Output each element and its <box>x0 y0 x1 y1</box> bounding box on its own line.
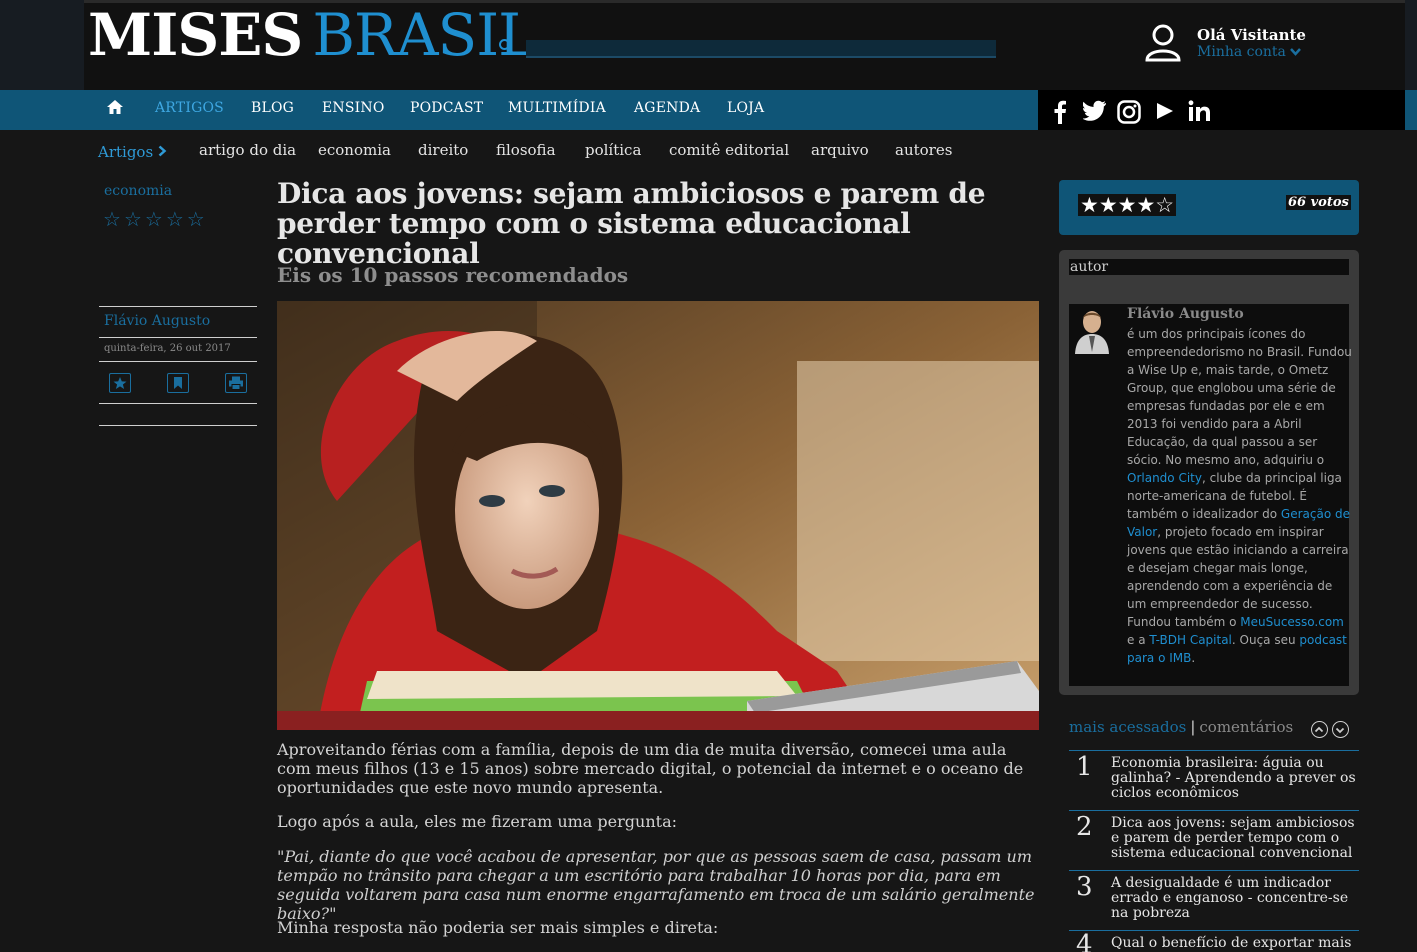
chevron-up-icon[interactable] <box>1311 721 1328 738</box>
author-box-label: autor <box>1069 259 1349 275</box>
popular-item[interactable]: Dica aos jovens: sejam ambiciosos e pare… <box>1111 816 1361 861</box>
chevron-down-icon[interactable] <box>1332 721 1349 738</box>
link-orlando-city[interactable]: Orlando City <box>1127 471 1202 485</box>
divider <box>1069 810 1359 811</box>
divider <box>99 306 257 307</box>
subnav-item-autores[interactable]: autores <box>895 141 952 159</box>
account-link[interactable]: Minha conta <box>1197 44 1302 60</box>
article-hero-image <box>277 301 1039 730</box>
publish-date: quinta-feira, 26 out 2017 <box>104 343 231 354</box>
site-logo[interactable]: MISES BRASIL <box>88 1 537 69</box>
instagram-icon[interactable] <box>1117 100 1141 124</box>
nav-edge-right <box>1405 90 1417 130</box>
chevron-right-icon <box>158 145 167 157</box>
greeting: Olá Visitante <box>1197 26 1306 44</box>
tab-comentarios[interactable]: comentários <box>1199 718 1293 736</box>
article-paragraph: Minha resposta não poderia ser mais simp… <box>277 918 719 937</box>
rank-number: 4 <box>1076 930 1093 952</box>
votes-count: 66 votos <box>1286 195 1351 210</box>
divider <box>99 361 257 362</box>
divider <box>99 425 257 426</box>
divider <box>1069 930 1359 931</box>
account-link-label: Minha conta <box>1197 44 1286 60</box>
facebook-icon[interactable] <box>1052 100 1068 124</box>
author-box-name[interactable]: Flávio Augusto <box>1127 306 1244 322</box>
star-icon[interactable]: ☆ <box>145 207 166 231</box>
nav-item-ensino[interactable]: ENSINO <box>322 100 385 116</box>
link-tbdh-capital[interactable]: T-BDH Capital <box>1149 633 1232 647</box>
author-bio-text: . Ouça seu <box>1231 633 1300 647</box>
article-subtitle: Eis os 10 passos recomendados <box>277 263 629 287</box>
article-paragraph: Logo após a aula, eles me fizeram uma pe… <box>277 812 677 831</box>
twitter-icon[interactable] <box>1082 100 1107 124</box>
header-edge-left <box>0 0 84 90</box>
subnav-label-text: Artigos <box>98 143 154 161</box>
star-icon[interactable]: ☆ <box>187 207 208 231</box>
link-meusucesso[interactable]: MeuSucesso.com <box>1240 615 1344 629</box>
subnav-item-politica[interactable]: política <box>585 141 641 159</box>
article-quote: "Pai, diante do que você acabou de apres… <box>277 847 1035 923</box>
logo-secondary: BRASIL <box>312 1 536 69</box>
subnav-item-artigo-do-dia[interactable]: artigo do dia <box>199 141 296 159</box>
popular-item[interactable]: Qual o benefício de exportar mais <box>1111 936 1361 951</box>
bookmark-icon[interactable] <box>167 373 189 393</box>
tab-mais-acessados[interactable]: mais acessados <box>1069 718 1186 736</box>
nav-item-loja[interactable]: LOJA <box>727 100 764 116</box>
subnav-item-direito[interactable]: direito <box>418 141 468 159</box>
author-bio: é um dos principais ícones do empreended… <box>1127 325 1353 667</box>
subnav-item-comite-editorial[interactable]: comitê editorial <box>669 141 789 159</box>
nav-item-artigos[interactable]: ARTIGOS <box>155 100 224 116</box>
author-bio-text: e a <box>1127 633 1150 647</box>
star-icon[interactable]: ☆ <box>124 207 145 231</box>
average-rating-stars: ★★★★☆ <box>1078 193 1177 217</box>
rank-number: 1 <box>1076 752 1093 782</box>
divider <box>1069 870 1359 871</box>
search-icon[interactable] <box>498 38 516 56</box>
linkedin-icon[interactable] <box>1188 100 1212 124</box>
nav-item-agenda[interactable]: AGENDA <box>634 100 700 116</box>
author-bio-text: , projeto focado em inspirar jovens que … <box>1127 525 1349 629</box>
divider <box>99 337 257 338</box>
user-rating-stars[interactable]: ☆☆☆☆☆ <box>103 207 208 231</box>
rank-number: 3 <box>1076 872 1093 902</box>
author-link[interactable]: Flávio Augusto <box>104 313 210 329</box>
category-link[interactable]: economia <box>104 183 172 199</box>
star-icon[interactable]: ☆ <box>166 207 187 231</box>
logo-primary: MISES <box>88 1 303 69</box>
divider <box>1069 750 1359 751</box>
print-icon[interactable] <box>225 373 247 393</box>
subnav-section-label[interactable]: Artigos <box>98 143 167 161</box>
home-icon[interactable] <box>106 98 126 118</box>
subnav-item-economia[interactable]: economia <box>318 141 391 159</box>
nav-item-blog[interactable]: BLOG <box>251 100 294 116</box>
youtube-icon[interactable] <box>1155 100 1175 124</box>
chevron-down-icon <box>1290 48 1302 56</box>
subnav-item-arquivo[interactable]: arquivo <box>811 141 869 159</box>
favorite-star-icon[interactable] <box>109 373 131 393</box>
search-input[interactable] <box>526 40 996 58</box>
popular-tabs: mais acessados | comentários <box>1069 718 1293 736</box>
social-bar <box>1038 90 1405 130</box>
star-icon[interactable]: ☆ <box>103 207 124 231</box>
author-bio-text: é um dos principais ícones do empreended… <box>1127 327 1352 467</box>
author-bio-text: . <box>1191 651 1196 665</box>
article-title: Dica aos jovens: sejam ambiciosos e pare… <box>277 177 986 270</box>
header-edge-right <box>1405 0 1417 90</box>
nav-item-multimidia[interactable]: MULTIMÍDIA <box>508 100 606 116</box>
user-icon[interactable] <box>1143 22 1183 62</box>
divider <box>99 403 257 404</box>
rank-number: 2 <box>1076 812 1093 842</box>
tab-separator: | <box>1190 718 1196 736</box>
subnav-item-filosofia[interactable]: filosofia <box>496 141 556 159</box>
popular-item[interactable]: Economia brasileira: águia ou galinha? -… <box>1111 756 1361 801</box>
nav-item-podcast[interactable]: PODCAST <box>410 100 483 116</box>
article-paragraph: Aproveitando férias com a família, depoi… <box>277 740 1024 797</box>
avatar <box>1072 306 1112 354</box>
popular-item[interactable]: A desigualdade é um indicador errado e e… <box>1111 876 1361 921</box>
